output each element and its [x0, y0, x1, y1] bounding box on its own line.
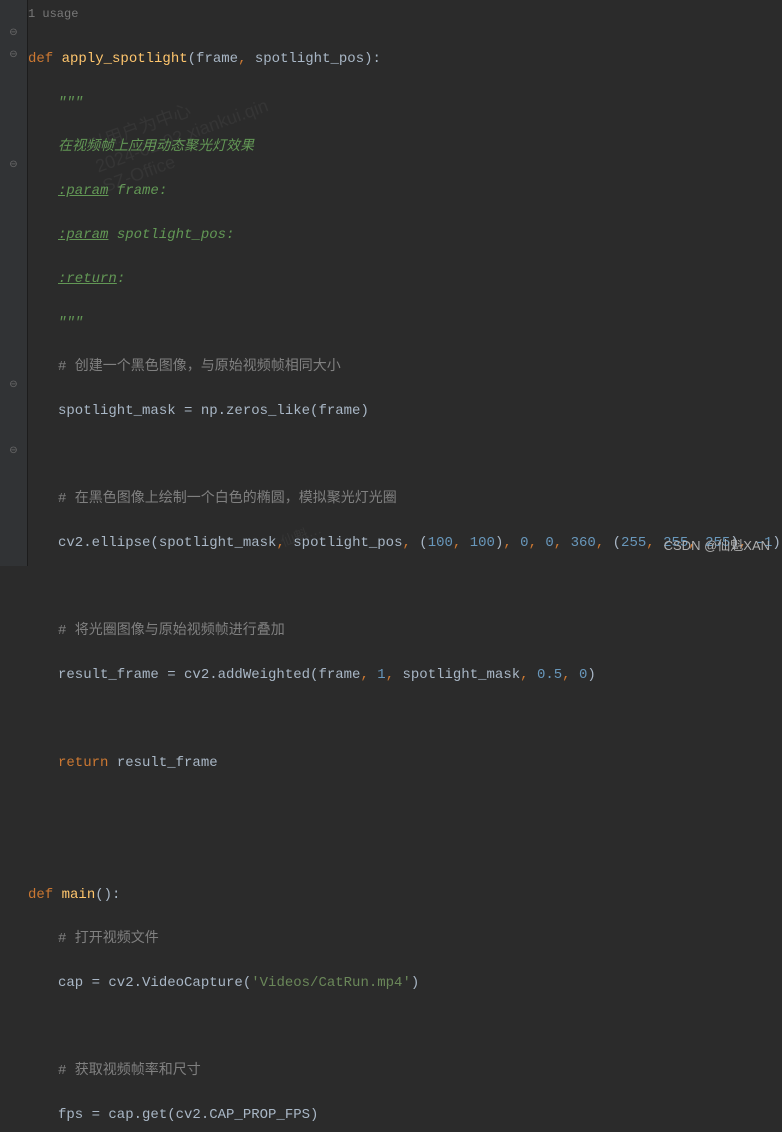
comment: # 在黑色图像上绘制一个白色的椭圆，模拟聚光灯光圈 — [58, 491, 397, 507]
comment: # 将光圈图像与原始视频帧进行叠加 — [58, 623, 285, 639]
csdn-attribution: CSDN @仙魁XAN — [664, 535, 770, 554]
docstring-close: """ — [58, 315, 83, 331]
usage-hint[interactable]: 1 usage — [28, 7, 78, 21]
docstring-open: """ — [58, 95, 83, 111]
keyword-def: def — [28, 887, 62, 903]
fold-icon[interactable]: ⊖ — [0, 445, 27, 457]
fold-icon[interactable]: ⊖ — [0, 159, 27, 171]
docstring-param: :param — [58, 183, 108, 199]
keyword-def: def — [28, 51, 62, 67]
fold-icon[interactable]: ⊖ — [0, 379, 27, 391]
code-editor[interactable]: def apply_spotlight(frame, spotlight_pos… — [28, 26, 781, 1132]
docstring-desc: 在视频帧上应用动态聚光灯效果 — [58, 139, 254, 155]
comment: # 获取视频帧率和尺寸 — [58, 1063, 201, 1079]
docstring-param: :param — [58, 227, 108, 243]
keyword-return: return — [58, 755, 117, 771]
string-literal: 'Videos/CatRun.mp4' — [251, 975, 411, 991]
fold-icon[interactable]: ⊖ — [0, 49, 27, 61]
fold-icon[interactable]: ⊖ — [0, 27, 27, 39]
docstring-return: :return — [58, 271, 117, 287]
comment: # 创建一个黑色图像，与原始视频帧相同大小 — [58, 359, 341, 375]
comment: # 打开视频文件 — [58, 931, 159, 947]
function-name: apply_spotlight — [62, 51, 188, 67]
gutter: ⊖ ⊖ ⊖ ⊖ ⊖ — [0, 0, 28, 566]
function-name: main — [62, 887, 96, 903]
